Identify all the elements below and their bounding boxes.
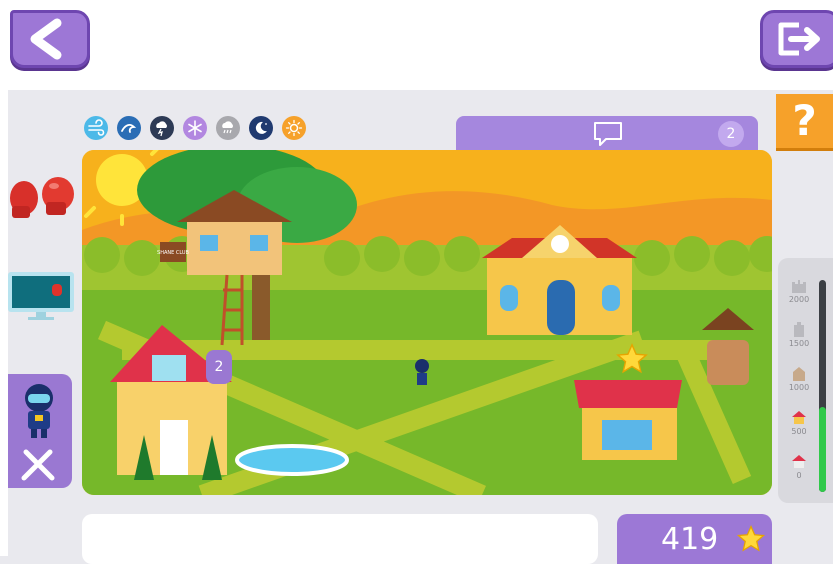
boxing-gloves-icon[interactable] xyxy=(8,172,78,224)
village-scene[interactable]: SHANE CLUB xyxy=(82,150,772,495)
house-icon xyxy=(792,411,806,424)
speech-bubble-icon xyxy=(594,122,622,146)
avatar xyxy=(25,384,53,438)
top-bar xyxy=(8,10,833,90)
level-1500: 1500 xyxy=(784,320,814,348)
help-button[interactable]: ? xyxy=(776,94,833,151)
score-value: 419 xyxy=(661,522,719,557)
rain-icon[interactable] xyxy=(216,116,240,140)
snow-icon[interactable] xyxy=(183,116,207,140)
sun-icon[interactable] xyxy=(282,116,306,140)
message-box xyxy=(82,514,598,564)
comment-count-badge: 2 xyxy=(718,121,744,147)
exit-button[interactable] xyxy=(760,10,833,68)
score-panel: 419 xyxy=(617,514,772,564)
progress-fill xyxy=(819,407,826,492)
exit-icon xyxy=(778,22,820,56)
level-1000: 1000 xyxy=(784,364,814,392)
treehouse-sign: SHANE CLUB xyxy=(157,250,190,256)
back-button[interactable] xyxy=(10,10,90,68)
help-label: ? xyxy=(792,96,817,145)
wave-icon[interactable] xyxy=(117,116,141,140)
arrow-left-icon xyxy=(30,18,62,60)
fort-icon xyxy=(793,367,805,381)
wind-icon[interactable] xyxy=(84,116,108,140)
storm-icon[interactable] xyxy=(150,116,174,140)
hut-icon xyxy=(792,455,806,468)
house-level-badge: 2 xyxy=(206,350,232,384)
weather-selector xyxy=(84,116,306,144)
comments-tab[interactable]: 2 xyxy=(456,116,758,152)
level-progress: 2000 1500 1000 500 0 xyxy=(778,258,833,503)
monitor-icon[interactable] xyxy=(8,270,75,320)
pencil-ruler-icon xyxy=(21,449,55,481)
night-icon[interactable] xyxy=(249,116,273,140)
avatar-panel[interactable] xyxy=(8,374,72,488)
star-icon xyxy=(616,343,648,374)
level-2000: 2000 xyxy=(784,276,814,304)
castle-icon xyxy=(792,280,806,293)
level-500: 500 xyxy=(784,408,814,436)
tower-icon xyxy=(794,322,804,337)
level-0: 0 xyxy=(784,452,814,480)
star-icon xyxy=(736,524,766,552)
